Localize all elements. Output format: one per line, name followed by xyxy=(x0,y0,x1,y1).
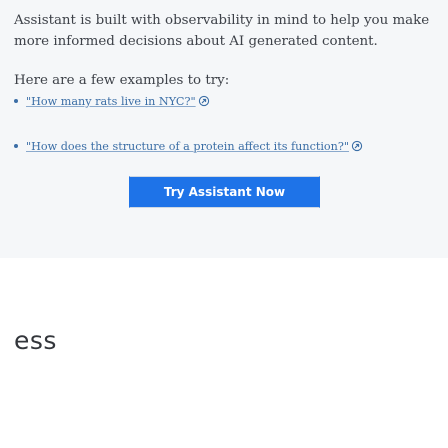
open-in-new-icon[interactable] xyxy=(351,140,363,152)
bullet-icon xyxy=(14,144,18,148)
example-item[interactable]: "How many rats live in NYC?" xyxy=(14,95,210,109)
example-link[interactable]: "How does the structure of a protein aff… xyxy=(26,140,349,153)
section-heading-partial: ess xyxy=(14,326,57,355)
open-in-new-icon[interactable] xyxy=(198,95,210,107)
examples-heading: Here are a few examples to try: xyxy=(14,73,230,88)
bullet-icon xyxy=(14,99,18,103)
try-assistant-button[interactable]: Try Assistant Now xyxy=(129,176,320,208)
examples-panel: Assistant is built with observability in… xyxy=(0,0,448,258)
example-link[interactable]: "How many rats live in NYC?" xyxy=(26,95,196,108)
example-item[interactable]: "How does the structure of a protein aff… xyxy=(14,140,363,154)
intro-text: Assistant is built with observability in… xyxy=(14,13,430,49)
